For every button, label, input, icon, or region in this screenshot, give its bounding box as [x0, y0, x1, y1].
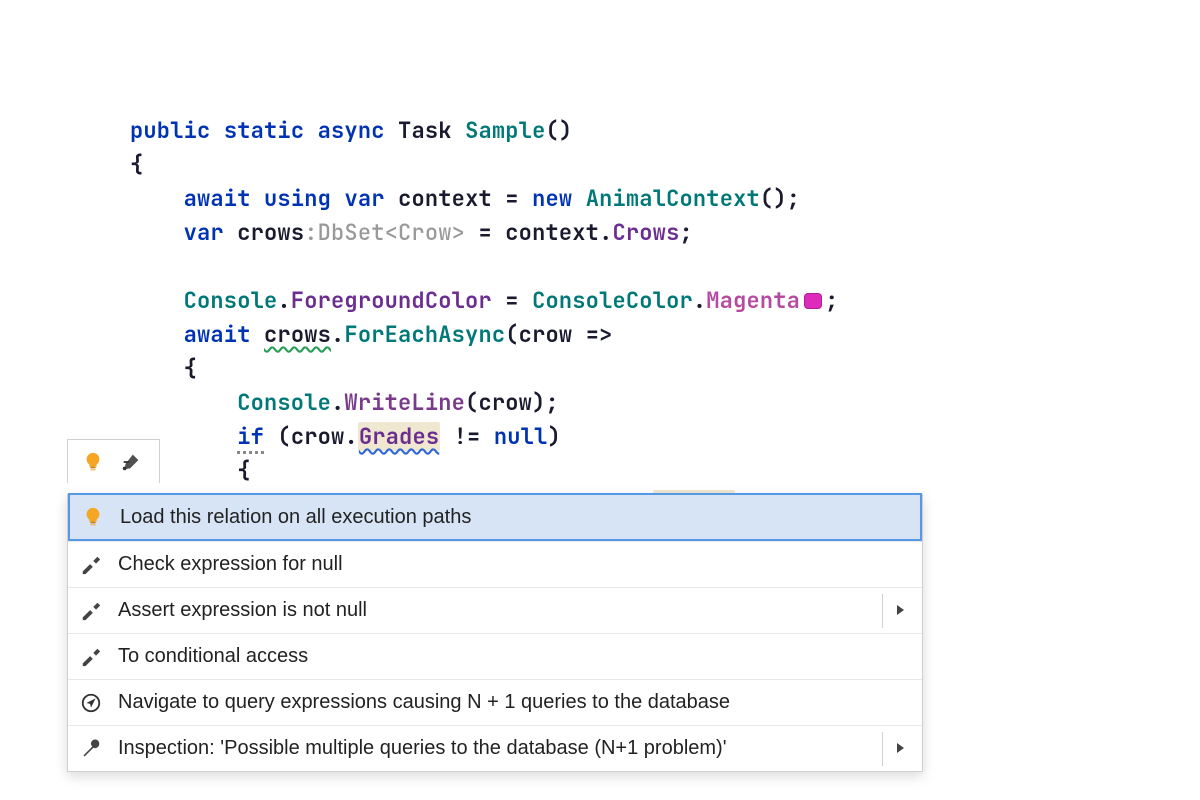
popup-label: Assert expression is not null — [118, 599, 367, 622]
wrench-icon — [80, 738, 102, 760]
popup-item-assert-not-null[interactable]: Assert expression is not null — [68, 587, 922, 633]
ident-crows: crows — [237, 218, 304, 247]
popup-item-conditional-access[interactable]: To conditional access — [68, 633, 922, 679]
enum-magenta: Magenta — [706, 286, 800, 315]
op-assign: = — [505, 286, 518, 315]
paren: () — [545, 116, 572, 145]
prop-crows: Crows — [612, 218, 679, 247]
method-writeline: WriteLine — [344, 388, 465, 417]
brace-open: { — [130, 150, 143, 179]
paren: ) — [532, 388, 545, 417]
navigate-icon — [80, 692, 102, 714]
ident-context: context — [398, 184, 492, 213]
hammer-icon — [80, 646, 102, 668]
op-assign: = — [505, 184, 518, 213]
popup-item-load-relation[interactable]: Load this relation on all execution path… — [68, 493, 922, 541]
type-task: Task — [398, 116, 452, 145]
keyword-var: var — [184, 218, 224, 247]
paren: () — [760, 184, 787, 213]
popup-label: Navigate to query expressions causing N … — [118, 691, 730, 714]
keyword-using: using — [264, 184, 331, 213]
keyword-if: if — [237, 422, 264, 454]
op-arrow: => — [586, 320, 613, 349]
type-consolecolor: ConsoleColor — [532, 286, 693, 315]
method-sample: Sample — [465, 116, 545, 145]
keyword-await: await — [184, 320, 251, 349]
brace-open: { — [184, 354, 197, 383]
keyword-static: static — [224, 116, 304, 145]
method-foreachasync: ForEachAsync — [344, 320, 505, 349]
hammer-icon — [80, 600, 102, 622]
popup-label: Inspection: 'Possible multiple queries t… — [118, 737, 727, 760]
semicolon: ; — [680, 218, 693, 247]
dot: . — [331, 388, 344, 417]
semicolon: ; — [825, 286, 838, 315]
type-console: Console — [237, 388, 331, 417]
type-animalcontext: AnimalContext — [586, 184, 760, 213]
quickfix-popup: Load this relation on all execution path… — [67, 494, 923, 772]
keyword-var: var — [344, 184, 384, 213]
op-neq: != — [454, 422, 481, 451]
dot: . — [344, 422, 357, 451]
ident-crow: crow — [291, 422, 345, 451]
code-editor[interactable]: public static async Task Sample() { awai… — [130, 80, 839, 522]
ident-context: context — [505, 218, 599, 247]
brace-open: { — [237, 456, 250, 485]
dot: . — [331, 320, 344, 349]
type-console: Console — [184, 286, 278, 315]
ident-crows: crows — [264, 320, 331, 349]
semicolon: ; — [787, 184, 800, 213]
keyword-public: public — [130, 116, 210, 145]
chevron-right-icon — [882, 594, 904, 628]
paren: ( — [465, 388, 478, 417]
paren: ( — [277, 422, 290, 451]
quickfix-gutter-header[interactable] — [67, 439, 160, 483]
color-swatch-magenta[interactable] — [804, 293, 822, 309]
popup-item-check-null[interactable]: Check expression for null — [68, 541, 922, 587]
popup-item-inspection[interactable]: Inspection: 'Possible multiple queries t… — [68, 725, 922, 771]
op-assign: = — [478, 218, 491, 247]
type-hint: :DbSet<Crow> — [304, 218, 465, 247]
bulb-icon[interactable] — [82, 451, 104, 473]
keyword-async: async — [318, 116, 385, 145]
lambda-crow: crow — [519, 320, 573, 349]
paren: ( — [505, 320, 518, 349]
popup-label: Load this relation on all execution path… — [120, 506, 471, 529]
ident-crow: crow — [478, 388, 532, 417]
dot: . — [693, 286, 706, 315]
dot: . — [277, 286, 290, 315]
popup-label: To conditional access — [118, 645, 308, 668]
prop-foregroundcolor: ForegroundColor — [291, 286, 492, 315]
chevron-right-icon — [882, 732, 904, 766]
dot: . — [599, 218, 612, 247]
popup-item-navigate-nplus1[interactable]: Navigate to query expressions causing N … — [68, 679, 922, 725]
prop-grades: Grades — [358, 422, 440, 451]
keyword-new: new — [532, 184, 572, 213]
keyword-await: await — [184, 184, 251, 213]
popup-label: Check expression for null — [118, 553, 343, 576]
semicolon: ; — [545, 388, 558, 417]
keyword-null: null — [494, 422, 548, 451]
paren: ) — [547, 422, 560, 451]
hammer-icon — [80, 554, 102, 576]
pencil-icon[interactable] — [120, 451, 142, 473]
bulb-icon — [82, 506, 104, 528]
